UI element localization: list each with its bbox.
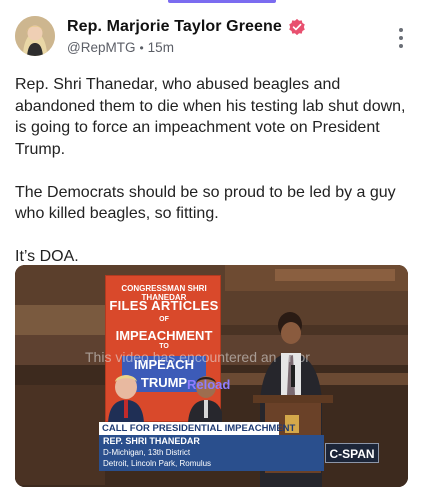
meta-row: @RepMTG • 15m bbox=[67, 40, 306, 55]
avatar[interactable] bbox=[15, 16, 55, 56]
author-handle[interactable]: @RepMTG bbox=[67, 40, 135, 55]
post-paragraph: The Democrats should be so proud to be l… bbox=[15, 183, 401, 223]
meta-separator: • bbox=[139, 40, 144, 55]
post-header: Rep. Marjorie Taylor Greene @RepMTG • 15… bbox=[15, 16, 410, 60]
post-body: Rep. Shri Thanedar, who abused beagles a… bbox=[15, 74, 407, 289]
more-vertical-icon[interactable] bbox=[398, 28, 404, 48]
post-timestamp[interactable]: 15m bbox=[148, 40, 174, 55]
verified-badge-icon bbox=[288, 18, 306, 36]
author-block: Rep. Marjorie Taylor Greene @RepMTG • 15… bbox=[67, 18, 306, 55]
post-card: Rep. Marjorie Taylor Greene @RepMTG • 15… bbox=[0, 0, 423, 500]
chyron-district: D-Michigan, 13th District bbox=[103, 448, 191, 457]
video-error-message: This video has encountered an error bbox=[85, 349, 310, 365]
name-row: Rep. Marjorie Taylor Greene bbox=[67, 18, 306, 36]
video-player[interactable]: CONGRESSMAN SHRI THANEDAR FILES ARTICLES… bbox=[15, 265, 408, 487]
post-paragraph: Rep. Shri Thanedar, who abused beagles a… bbox=[15, 76, 410, 158]
chyron-headline: CALL FOR PRESIDENTIAL IMPEACHMENT bbox=[99, 422, 295, 435]
chyron-place: Detroit, Lincoln Park, Romulus bbox=[103, 459, 212, 468]
author-name[interactable]: Rep. Marjorie Taylor Greene bbox=[67, 18, 282, 36]
chyron-name: REP. SHRI THANEDAR bbox=[103, 436, 200, 446]
network-logo: C-SPAN bbox=[325, 443, 379, 463]
chyron-name-block: REP. SHRI THANEDAR D-Michigan, 13th Dist… bbox=[99, 435, 324, 471]
avatar-image bbox=[15, 16, 55, 56]
reload-button[interactable]: Reload bbox=[187, 377, 230, 392]
